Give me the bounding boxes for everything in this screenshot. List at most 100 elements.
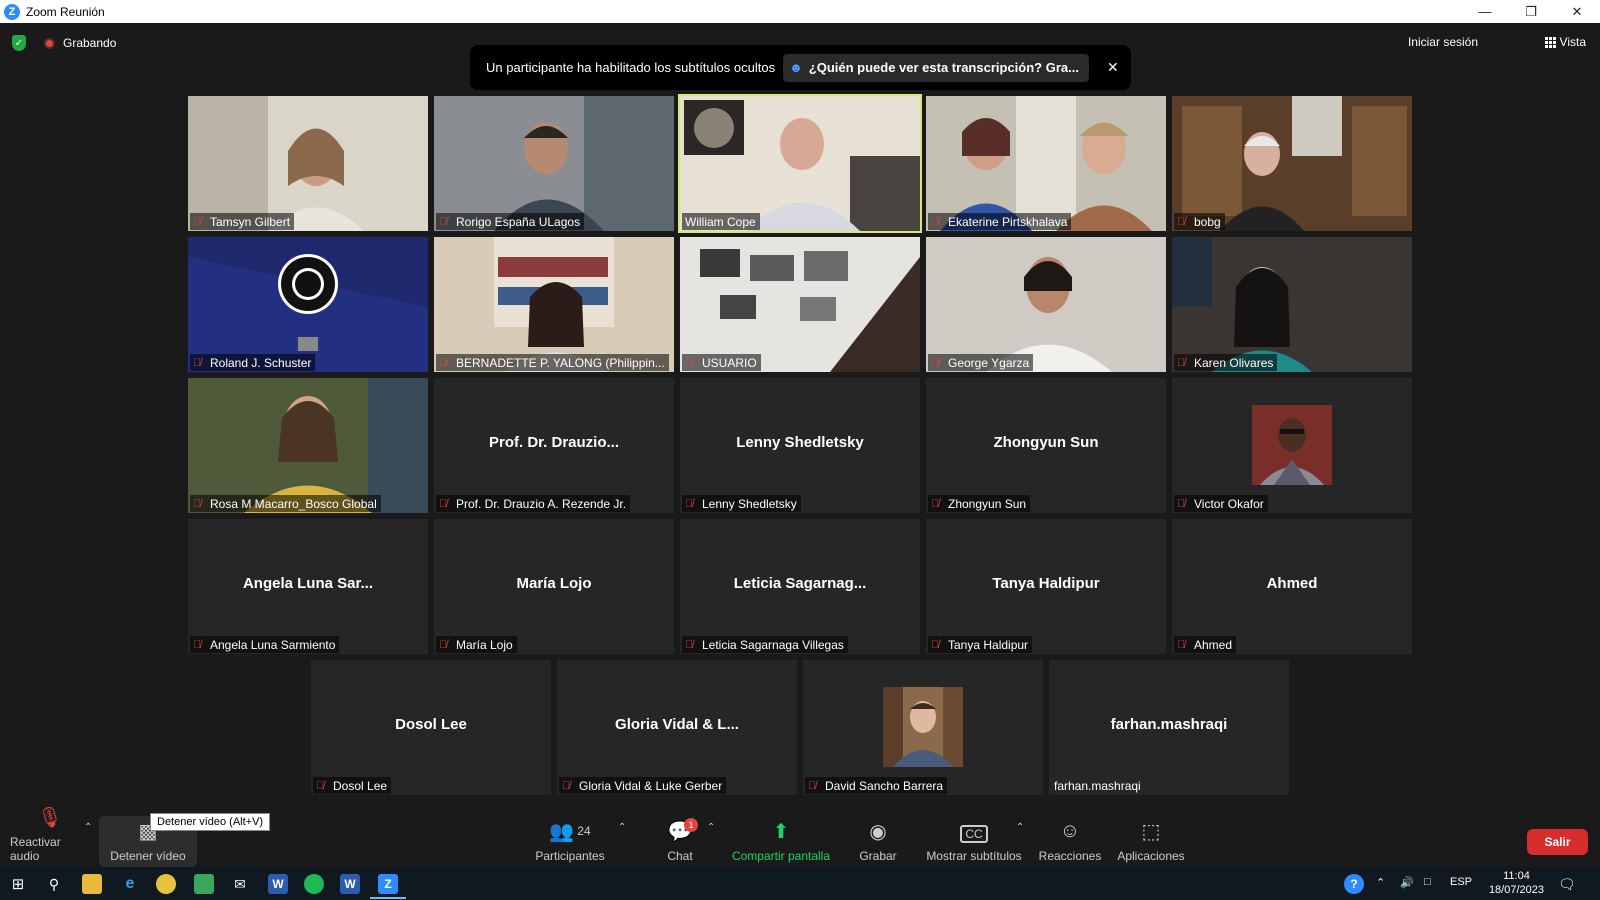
- muted-mic-icon: 🎙̸: [808, 779, 817, 792]
- participant-name-label: 🎙̸ Roland J. Schuster: [190, 354, 316, 371]
- record-button[interactable]: ◉ Grabar: [855, 812, 901, 867]
- participant-display-name: Tanya Haldipur: [992, 575, 1100, 592]
- participant-tile[interactable]: María Lojo 🎙̸ María Lojo: [434, 519, 674, 654]
- chrome-icon[interactable]: [156, 874, 176, 894]
- unmute-button[interactable]: 🎙 Reactivar audio: [10, 807, 90, 867]
- participant-tile[interactable]: Prof. Dr. Drauzio... 🎙̸ Prof. Dr. Drauzio…: [434, 378, 674, 513]
- participant-tile[interactable]: 🎙̸ Karen Olivares: [1172, 237, 1412, 372]
- minimize-button[interactable]: —: [1462, 0, 1508, 23]
- participant-name-label: 🎙̸ bobg: [1174, 213, 1225, 230]
- share-screen-button[interactable]: ⬆ Compartir pantalla: [730, 812, 832, 867]
- participant-tile[interactable]: 🎙̸ Ekaterine Pirtskhalava: [926, 96, 1166, 231]
- participants-options-caret[interactable]: ⌃: [618, 822, 626, 833]
- system-clock[interactable]: 11:04 18/07/2023: [1489, 869, 1544, 897]
- participant-tile[interactable]: 🎙̸ Tamsyn Gilbert: [188, 96, 428, 231]
- volume-icon[interactable]: 🔊: [1400, 876, 1414, 889]
- participant-name-label: 🎙̸ Gloria Vidal & Luke Gerber: [559, 777, 727, 794]
- participant-tile[interactable]: Angela Luna Sar... 🎙̸ Angela Luna Sarmien…: [188, 519, 428, 654]
- audio-options-caret[interactable]: ⌃: [84, 822, 92, 833]
- participant-tile[interactable]: 🎙̸ David Sancho Barrera: [803, 660, 1043, 795]
- chat-options-caret[interactable]: ⌃: [707, 822, 715, 833]
- participant-display-name: Leticia Sagarnag...: [733, 575, 867, 592]
- signin-button[interactable]: Iniciar sesión: [1408, 35, 1478, 49]
- participant-tile[interactable]: Lenny Shedletsky 🎙̸ Lenny Shedletsky: [680, 378, 920, 513]
- participant-video: [680, 237, 920, 372]
- restore-button[interactable]: ❐: [1508, 0, 1554, 23]
- participants-button[interactable]: 👥 24 Participantes: [530, 812, 610, 867]
- participant-tile[interactable]: Gloria Vidal & L... 🎙̸ Gloria Vidal & Luk…: [557, 660, 797, 795]
- participant-display-name: Angela Luna Sar...: [242, 575, 374, 592]
- participant-tile[interactable]: 🎙̸ Roland J. Schuster: [188, 237, 428, 372]
- participant-tile[interactable]: 🎙̸ George Ygarza: [926, 237, 1166, 372]
- muted-mic-icon: 🎙̸: [193, 497, 202, 510]
- security-shield-icon[interactable]: ✓: [12, 35, 26, 51]
- participant-tile[interactable]: farhan.mashraqi farhan.mashraqi: [1049, 660, 1289, 795]
- mail-icon[interactable]: ✉: [230, 874, 250, 894]
- participant-tile[interactable]: Dosol Lee 🎙̸ Dosol Lee: [311, 660, 551, 795]
- show-captions-button[interactable]: CC Mostrar subtítulos: [924, 812, 1024, 867]
- stop-video-tooltip: Detener vídeo (Alt+V): [150, 813, 271, 831]
- apps-button[interactable]: ⬚ Aplicaciones: [1115, 812, 1187, 867]
- zoom-window: Z Zoom Reunión — ❐ ✕ ✓ Grabando Iniciar …: [0, 0, 1600, 900]
- participant-name-label: 🎙̸ Prof. Dr. Drauzio A. Rezende Jr.: [436, 495, 631, 512]
- muted-mic-icon: 🎙̸: [439, 497, 448, 510]
- participant-tile[interactable]: 🎙̸ Rorigo España ULagos: [434, 96, 674, 231]
- close-banner-button[interactable]: ✕: [1107, 59, 1119, 76]
- participant-tile[interactable]: 🎙̸ Rosa M Macarro_Bosco Global: [188, 378, 428, 513]
- share-screen-label: Compartir pantalla: [731, 849, 831, 863]
- participant-tile[interactable]: Tanya Haldipur 🎙̸ Tanya Haldipur: [926, 519, 1166, 654]
- search-icon[interactable]: ⚲: [44, 874, 64, 894]
- reactions-button[interactable]: ☺ Reacciones: [1039, 812, 1102, 867]
- close-window-button[interactable]: ✕: [1554, 0, 1600, 23]
- participant-name-label: 🎙̸ USUARIO: [682, 354, 761, 371]
- windows-taskbar: ⊞ ⚲ e ✉ W W Z ? ⌃ 🔊 □ ESP 11:04 18/07/20…: [0, 867, 1600, 900]
- smiley-plus-icon: ☺: [1059, 819, 1081, 842]
- notifications-icon[interactable]: 🗨: [1558, 876, 1576, 893]
- help-icon[interactable]: ?: [1344, 874, 1364, 894]
- participant-name-label: 🎙̸ Angela Luna Sarmiento: [190, 636, 340, 653]
- muted-mic-icon: 🎙̸: [1177, 215, 1186, 228]
- participant-display-name: Dosol Lee: [395, 716, 467, 733]
- tray-overflow-icon[interactable]: ⌃: [1376, 876, 1385, 889]
- participant-tile[interactable]: Ahmed 🎙̸ Ahmed: [1172, 519, 1412, 654]
- network-icon[interactable]: □: [1424, 876, 1431, 888]
- zoom-taskbar-icon[interactable]: Z: [378, 874, 398, 894]
- muted-mic-icon: 🎙̸: [193, 638, 202, 651]
- clock-date: 18/07/2023: [1488, 884, 1544, 896]
- captions-options-caret[interactable]: ⌃: [1016, 822, 1024, 833]
- transcript-visibility-link[interactable]: ☻ ¿Quién puede ver esta transcripción? G…: [783, 53, 1089, 82]
- participant-name-label: 🎙̸ María Lojo: [436, 636, 517, 653]
- participant-video: [680, 96, 920, 231]
- participant-tile[interactable]: Leticia Sagarnag... 🎙̸ Leticia Sagarnaga …: [680, 519, 920, 654]
- participant-name-label: 🎙̸ Rosa M Macarro_Bosco Global: [190, 495, 381, 512]
- participant-video: [1172, 237, 1412, 372]
- file-explorer-icon[interactable]: [82, 874, 102, 894]
- muted-mic-icon: 🎙̸: [1177, 356, 1186, 369]
- participant-tile[interactable]: 🎙̸ BERNADETTE P. YALONG (Philippin...: [434, 237, 674, 372]
- internet-explorer-icon[interactable]: e: [120, 874, 140, 894]
- record-label: Grabar: [859, 849, 897, 863]
- participant-tile[interactable]: 🎙̸ Victor Okafor: [1172, 378, 1412, 513]
- app-icon[interactable]: [194, 874, 214, 894]
- muted-mic-icon: 🎙̸: [685, 638, 694, 651]
- grid-view-icon: [1544, 36, 1556, 48]
- leave-button[interactable]: Salir: [1527, 829, 1588, 855]
- windows-start-icon[interactable]: ⊞: [8, 874, 28, 894]
- word-icon-2[interactable]: W: [340, 874, 360, 894]
- participant-tile-active-speaker[interactable]: William Cope: [678, 94, 922, 233]
- chat-unread-badge: 1: [684, 818, 698, 832]
- spotify-icon[interactable]: [304, 874, 324, 894]
- muted-mic-icon: 🎙̸: [931, 638, 940, 651]
- recording-indicator[interactable]: Grabando: [44, 36, 116, 50]
- word-icon[interactable]: W: [268, 874, 288, 894]
- input-language[interactable]: ESP: [1450, 876, 1472, 888]
- view-button[interactable]: Vista: [1544, 35, 1586, 49]
- muted-mic-icon: 🎙̸: [931, 215, 940, 228]
- participant-tile[interactable]: 🎙̸ bobg: [1172, 96, 1412, 231]
- participant-tile[interactable]: Zhongyun Sun 🎙̸ Zhongyun Sun: [926, 378, 1166, 513]
- participant-name-label: 🎙̸ Tamsyn Gilbert: [190, 213, 295, 230]
- participant-tile[interactable]: 🎙̸ USUARIO: [680, 237, 920, 372]
- participant-video: [434, 96, 674, 231]
- profile-picture: [883, 687, 963, 767]
- people-icon: ☻: [789, 60, 803, 75]
